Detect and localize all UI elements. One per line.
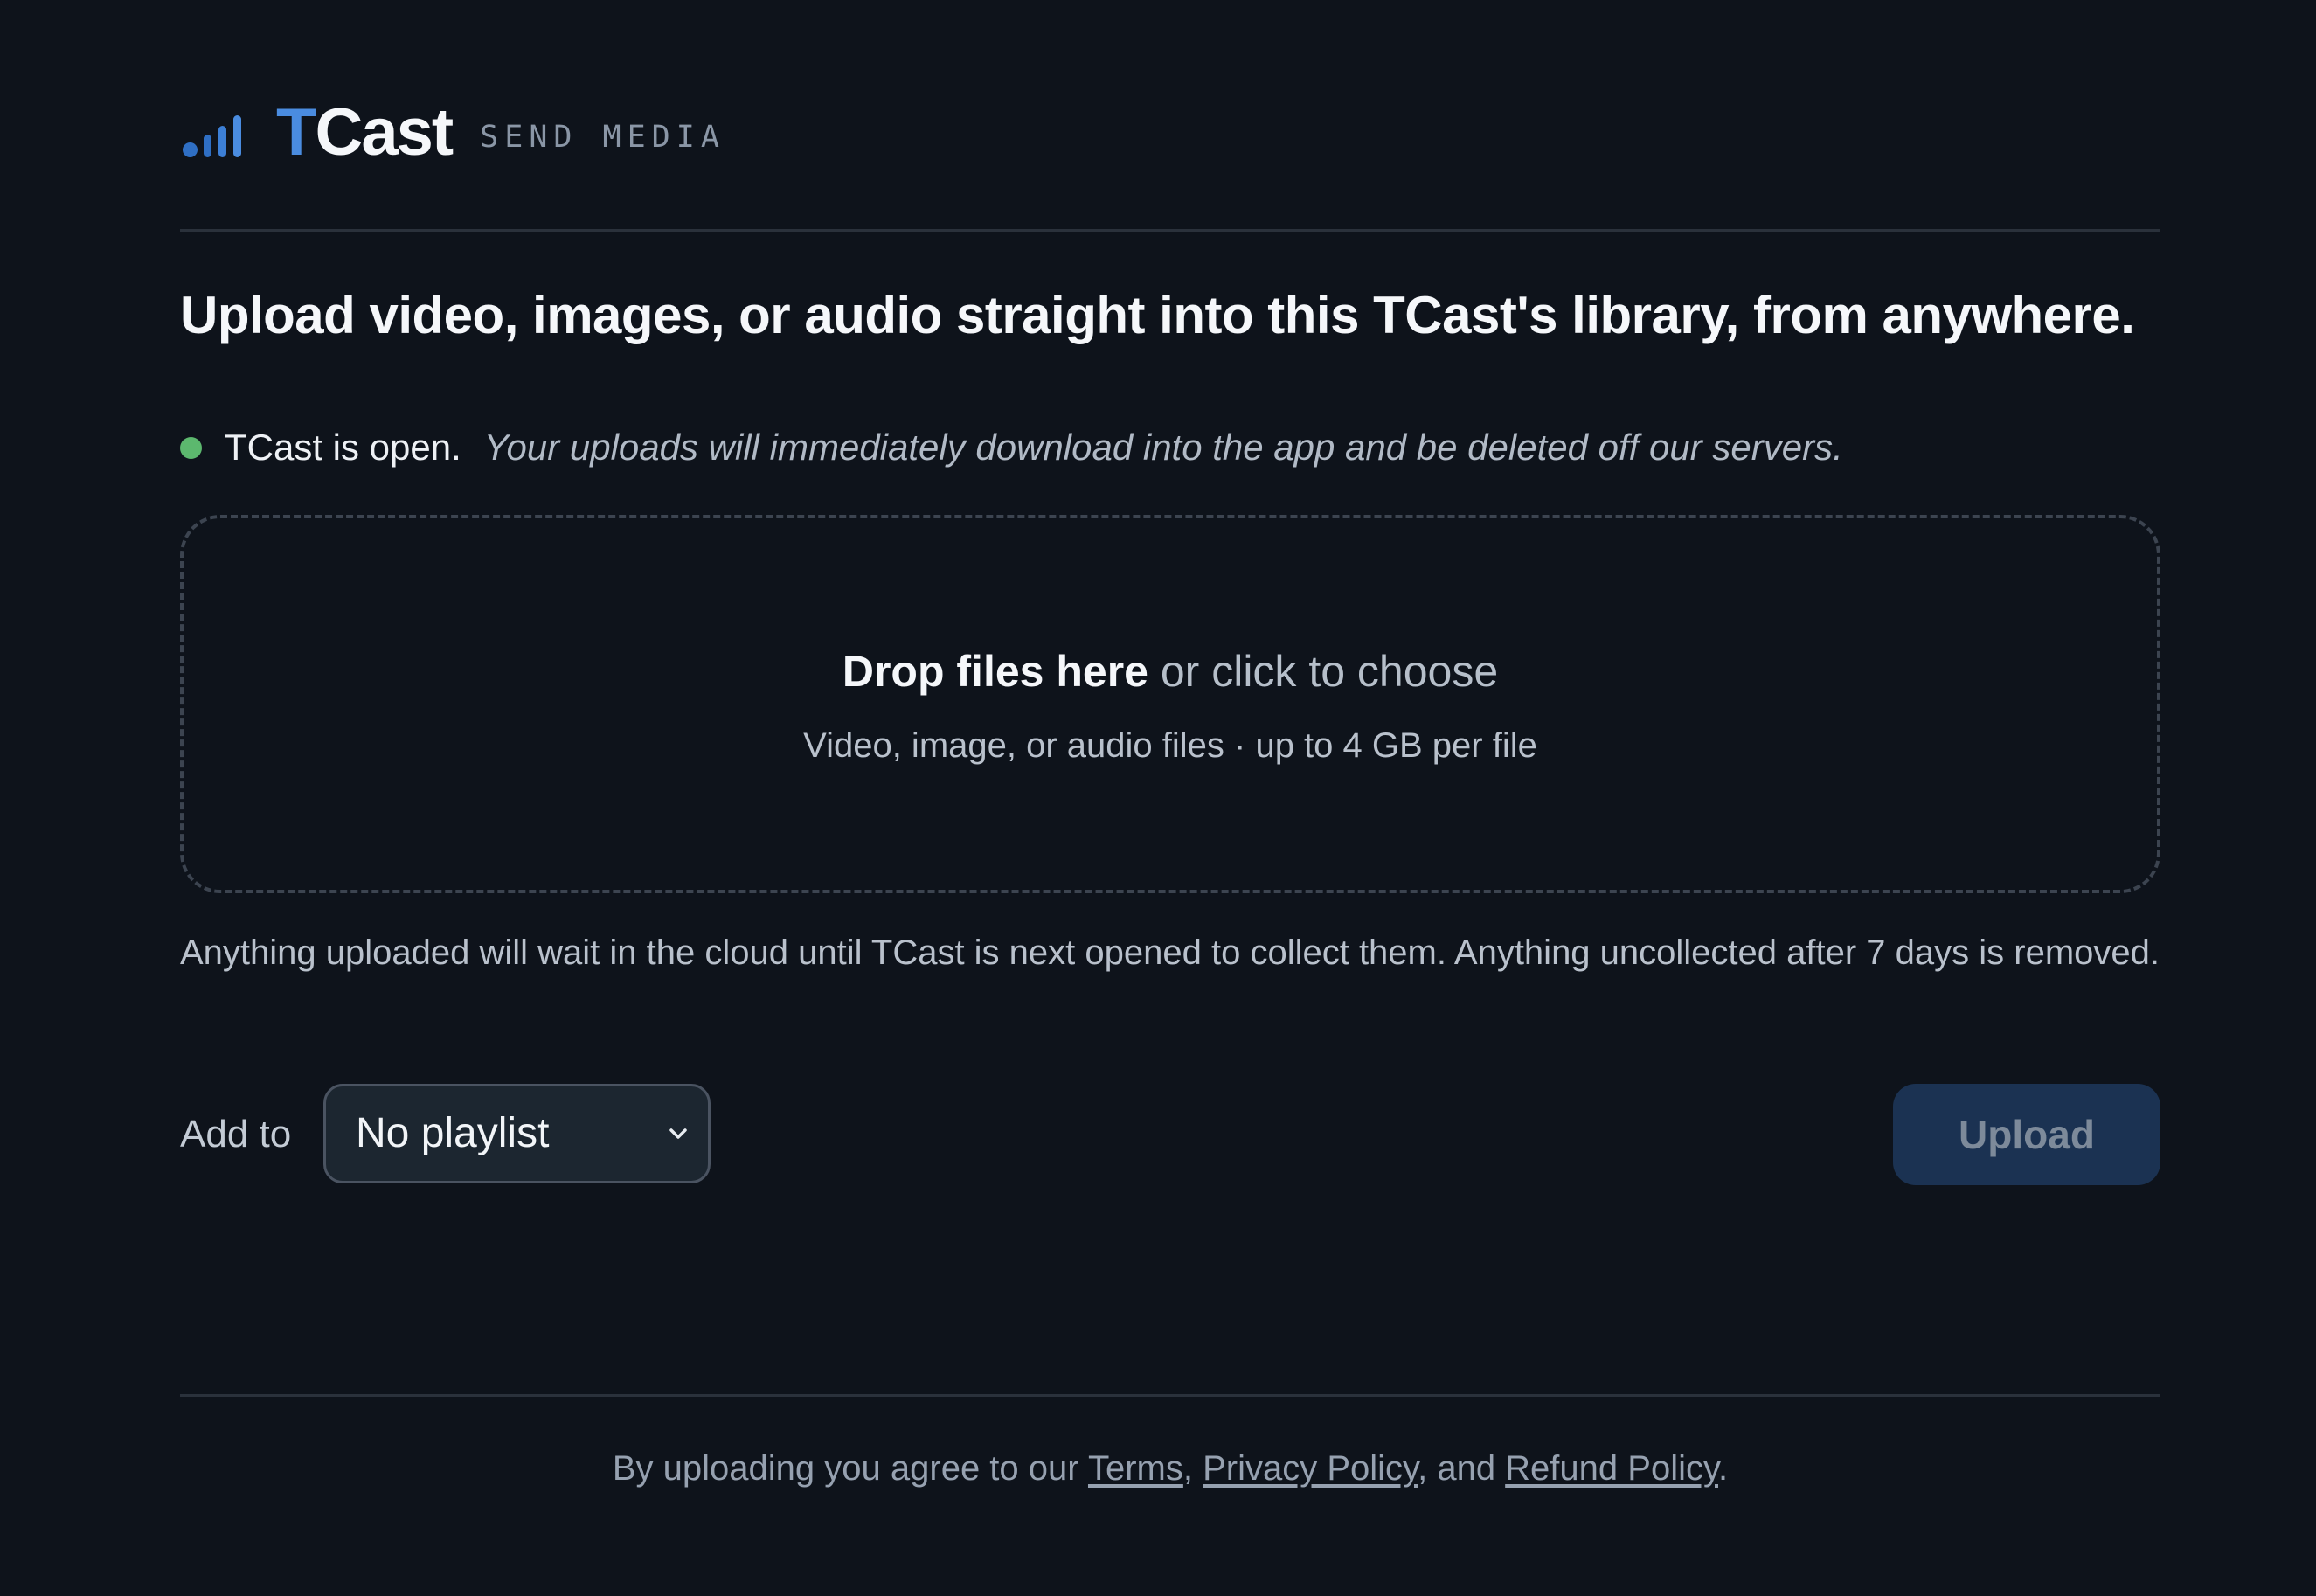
status-line: TCast is open. Your uploads will immedia… bbox=[180, 423, 1843, 472]
retention-info: Anything uploaded will wait in the cloud… bbox=[180, 933, 2160, 972]
status-text: TCast is open. bbox=[225, 427, 461, 468]
brand-logo: TCast bbox=[276, 100, 454, 166]
upload-controls: Add to No playlist Upload bbox=[180, 1084, 2160, 1185]
refund-policy-link[interactable]: Refund Policy bbox=[1505, 1449, 1718, 1488]
footer-legal: By uploading you agree to our Terms, Pri… bbox=[180, 1449, 2160, 1488]
status-dot-icon bbox=[180, 436, 202, 459]
header-divider bbox=[180, 229, 2160, 232]
footer-sep-1: , bbox=[1182, 1449, 1203, 1488]
page-subtitle: SEND MEDIA bbox=[480, 120, 725, 155]
terms-link[interactable]: Terms bbox=[1088, 1449, 1183, 1488]
upload-button[interactable]: Upload bbox=[1893, 1084, 2160, 1185]
chevron-down-icon bbox=[669, 1128, 687, 1139]
header: TCast SEND MEDIA bbox=[180, 98, 725, 168]
brand-logo-t: T bbox=[276, 95, 316, 170]
footer-prefix: By uploading you agree to our bbox=[612, 1449, 1088, 1488]
signal-bars-icon bbox=[180, 112, 243, 159]
playlist-select[interactable]: No playlist bbox=[323, 1084, 711, 1183]
footer-suffix: . bbox=[1718, 1449, 1729, 1488]
page-title: Upload video, images, or audio straight … bbox=[180, 286, 2135, 344]
dropzone-hint: Video, image, or audio files · up to 4 G… bbox=[803, 726, 1537, 765]
file-dropzone[interactable]: Drop files here or click to choose Video… bbox=[180, 515, 2160, 893]
brand-logo-rest: Cast bbox=[315, 95, 454, 170]
playlist-select-value: No playlist bbox=[356, 1110, 550, 1156]
footer-sep-2: , and bbox=[1418, 1449, 1506, 1488]
send-media-page: TCast SEND MEDIA Upload video, images, o… bbox=[180, 0, 2160, 1596]
privacy-policy-link[interactable]: Privacy Policy bbox=[1203, 1449, 1418, 1488]
dropzone-prompt: Drop files here or click to choose bbox=[184, 646, 2157, 697]
dropzone-prompt-rest: or click to choose bbox=[1148, 647, 1499, 696]
status-note: Your uploads will immediately download i… bbox=[483, 427, 1843, 468]
add-to-label: Add to bbox=[180, 1113, 292, 1155]
dropzone-prompt-strong: Drop files here bbox=[842, 647, 1148, 696]
footer-divider bbox=[180, 1394, 2160, 1397]
